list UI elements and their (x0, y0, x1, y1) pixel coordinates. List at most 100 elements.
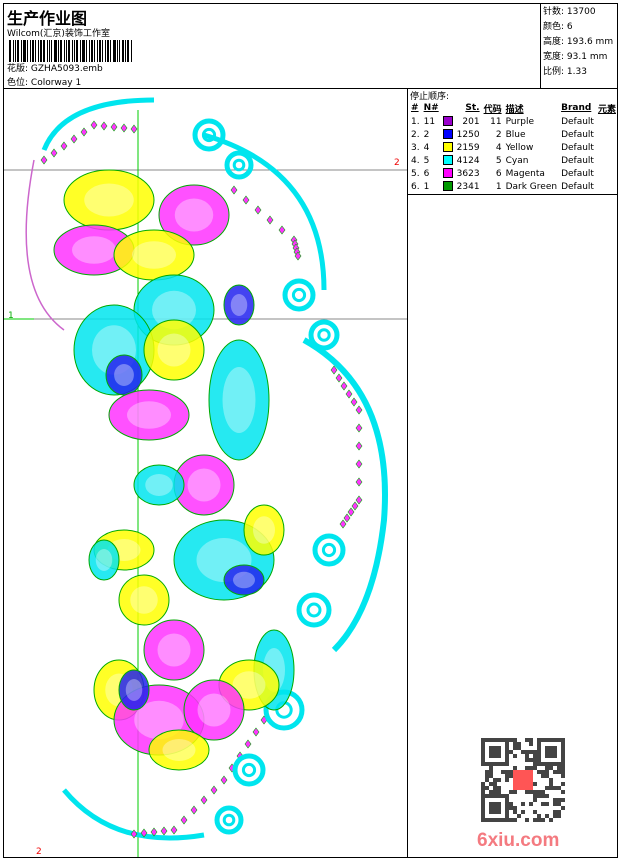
color-swatch (442, 155, 453, 166)
qr-module (485, 770, 489, 774)
colorway: 色位: Colorway 1 (7, 75, 81, 88)
barcode (9, 40, 154, 62)
spiral-motif (282, 278, 316, 312)
qr-module (533, 782, 537, 786)
qr-module (525, 758, 529, 762)
qr-module (517, 814, 521, 818)
qr-module (553, 810, 557, 814)
diamond-stitch (355, 405, 363, 415)
spiral-motif (317, 328, 331, 342)
qr-module (553, 814, 557, 818)
qr-module (497, 790, 501, 794)
qr-module (497, 786, 501, 790)
qr-module (541, 770, 545, 774)
diamond-stitch (190, 805, 198, 815)
qr-module (529, 738, 533, 742)
qr-code (481, 738, 565, 822)
petal-highlight (230, 294, 248, 316)
embroidery-design-preview (4, 97, 407, 857)
col-needle: N# (423, 103, 439, 113)
diamond-stitch (60, 141, 68, 151)
diamond-stitch (355, 459, 363, 469)
petal-highlight (127, 401, 171, 429)
qr-module (561, 782, 565, 786)
petal-highlight (174, 198, 214, 232)
stat-height: 高度: 193.6 mm (543, 37, 614, 47)
qr-module (561, 766, 565, 770)
spiral-motif (222, 813, 236, 827)
diamond-stitch (50, 148, 58, 158)
spiral-motif (306, 602, 322, 618)
diamond-stitch (343, 513, 351, 523)
qr-module (549, 778, 553, 782)
diamond-stitch (120, 123, 128, 133)
col-element: 元素 (597, 104, 616, 115)
watermark-logo: 6xiu.com (477, 830, 560, 851)
petal-highlight (253, 516, 275, 544)
stop-sequence-table: # N# St. 代码 描述 Brand 元素 1. 11 201 11 Purpl… (409, 101, 618, 193)
petal-highlight (114, 364, 134, 386)
marker-left: 1 (8, 311, 14, 321)
qr-module (533, 762, 537, 766)
diamond-stitch (266, 215, 274, 225)
col-description: 描述 (505, 104, 524, 115)
qr-module (533, 798, 537, 802)
diamond-stitch (230, 185, 238, 195)
diamond-stitch (278, 225, 286, 235)
qr-module (533, 818, 537, 822)
qr-module (513, 790, 517, 794)
design-value: GZHA5093.emb (30, 64, 103, 74)
qr-module (533, 790, 537, 794)
qr-module (489, 770, 493, 774)
qr-module (549, 818, 553, 822)
qr-module (509, 750, 513, 754)
qr-module (509, 790, 513, 794)
qr-module (485, 774, 489, 778)
spiral-motif (296, 592, 332, 628)
qr-module (489, 802, 501, 814)
qr-module (557, 810, 561, 814)
qr-module (489, 774, 493, 778)
petal-highlight (125, 679, 143, 701)
diamond-stitch (100, 121, 108, 131)
petal-highlight (84, 183, 134, 217)
stat-scale: 比例: 1.33 (543, 67, 587, 77)
qr-module (537, 818, 541, 822)
qr-module (553, 802, 557, 806)
diamond-stitch (90, 120, 98, 130)
qr-module (505, 778, 509, 782)
diamond-stitch (200, 795, 208, 805)
qr-module (553, 786, 557, 790)
col-brand: Brand (561, 103, 592, 113)
petal-highlight (233, 571, 255, 589)
qr-module (485, 778, 489, 782)
qr-module (505, 770, 509, 774)
header: 生产作业图 Wilcom(汇京)装饰工作室 花版: GZHA5093.emb 色… (3, 3, 618, 89)
qr-module (513, 742, 517, 746)
diamond-stitch (355, 441, 363, 451)
diamond-stitch (252, 727, 260, 737)
diamond-stitch (355, 495, 363, 505)
col-code: 代码 (483, 104, 502, 115)
qr-module (517, 742, 521, 746)
qr-module (561, 770, 565, 774)
table-row: 5. 6 3623 6 Magenta Default (411, 168, 594, 179)
spiral-motif (214, 805, 244, 835)
qr-module (529, 802, 533, 806)
qr-module (557, 802, 561, 806)
qr-module (557, 786, 561, 790)
qr-module (529, 790, 533, 794)
spiral-motif (232, 158, 246, 172)
qr-module (481, 786, 485, 790)
qr-module (545, 802, 549, 806)
qr-module (513, 766, 517, 770)
table-row: 2. 2 1250 2 Blue Default (411, 129, 594, 140)
qr-module (493, 782, 497, 786)
qr-module (557, 814, 561, 818)
qr-module (493, 778, 497, 782)
diamond-stitch (180, 815, 188, 825)
qr-module (561, 798, 565, 802)
qr-module (509, 818, 513, 822)
spiral-motif (312, 533, 346, 567)
qr-module (521, 810, 525, 814)
